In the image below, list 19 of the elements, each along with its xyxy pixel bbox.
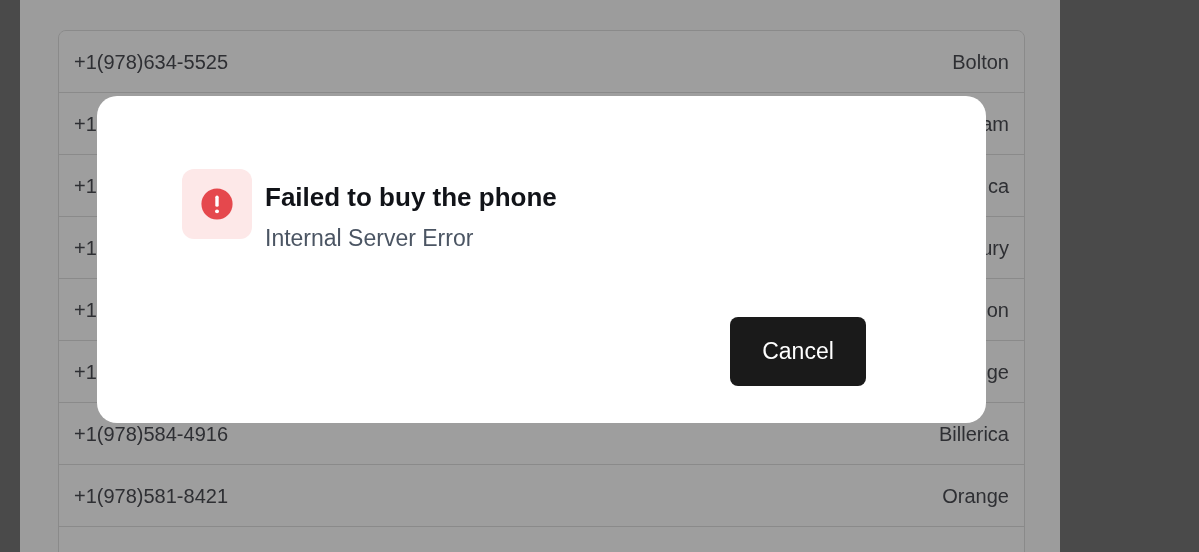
phone-number: +1(978)634-5525: [74, 49, 228, 75]
error-icon: [182, 169, 252, 239]
phone-number: +1: [74, 359, 97, 385]
phone-number: +1: [74, 297, 97, 323]
phone-number: +1: [74, 173, 97, 199]
city-name: Bolton: [952, 49, 1009, 75]
phone-number: +1: [74, 235, 97, 261]
city-name: ge: [986, 359, 1009, 385]
city-name: ca: [987, 173, 1009, 199]
cancel-button[interactable]: Cancel: [730, 317, 866, 386]
phone-number: +1(978)584-4916: [74, 421, 228, 447]
phone-number: +1(978)581-8421: [74, 483, 228, 509]
city-name: Orange: [942, 483, 1009, 509]
city-name: Billerica: [938, 421, 1009, 447]
city-name: on: [986, 297, 1009, 323]
phone-number: +1: [74, 111, 97, 137]
number-row[interactable]: +1(978)634-5525 Bolton: [59, 31, 1024, 93]
dialog-message: Internal Server Error: [265, 224, 475, 253]
dialog-title: Failed to buy the phone: [265, 181, 557, 214]
